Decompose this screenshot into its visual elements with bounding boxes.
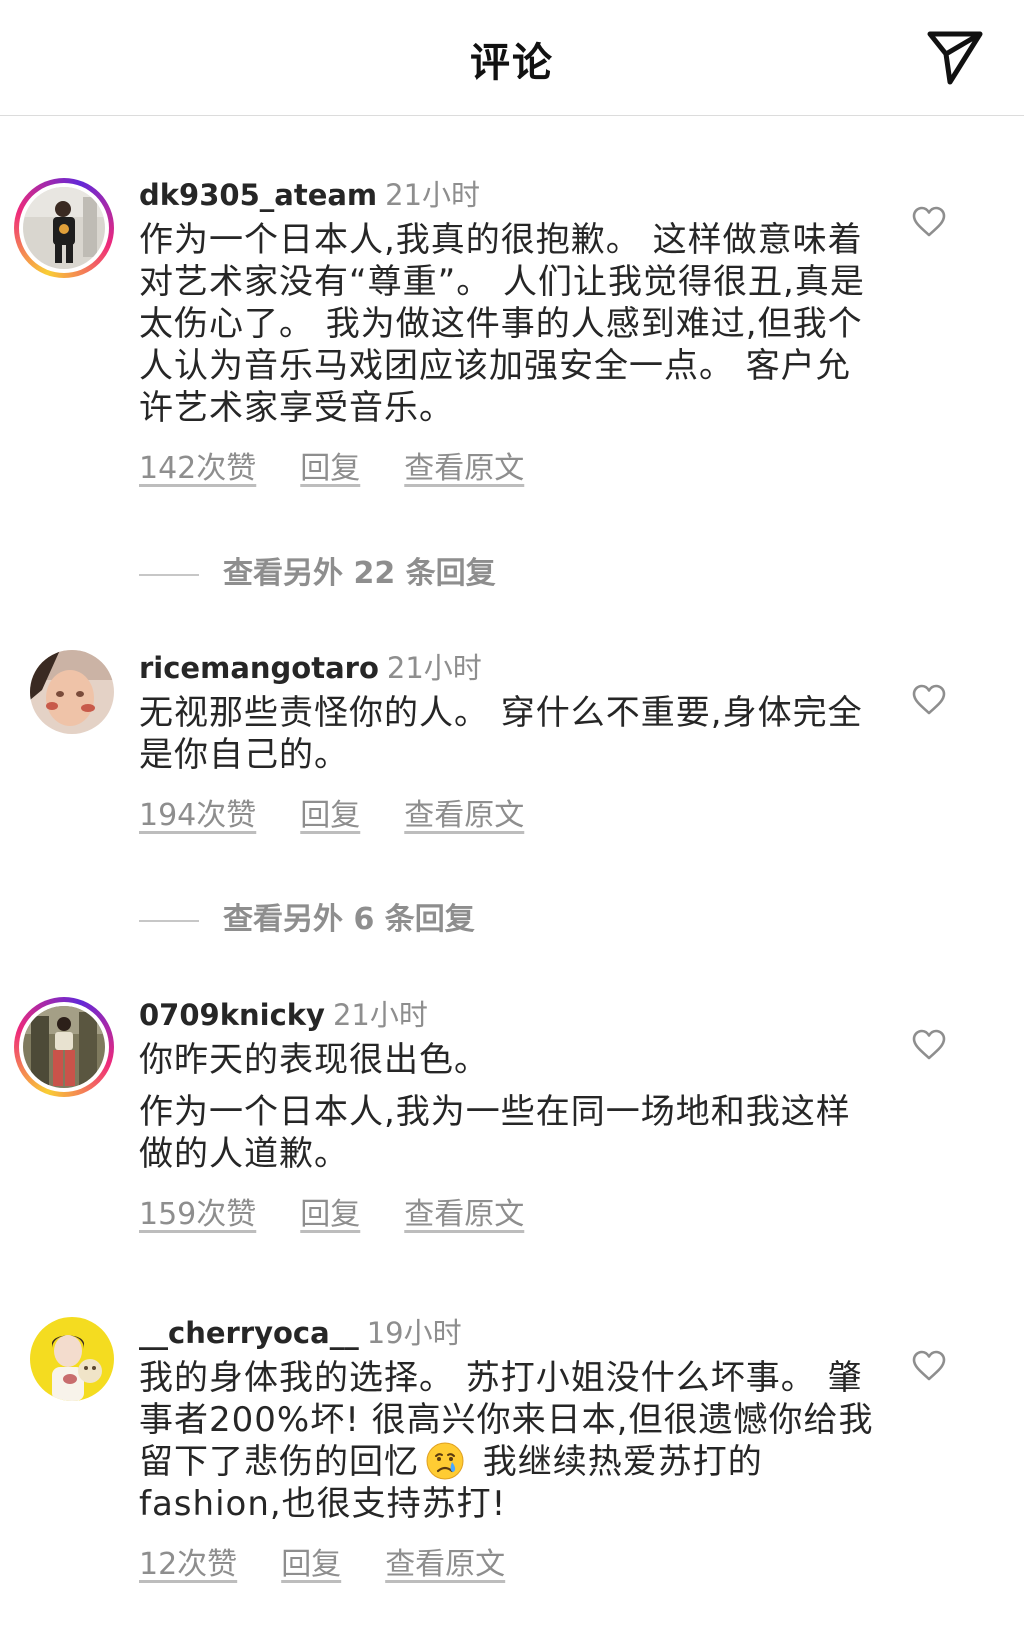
comment-paragraph: 作为一个日本人,我真的很抱歉。 这样做意味着对艺术家没有“尊重”。 人们让我觉得… — [139, 220, 865, 428]
heart-icon[interactable] — [912, 1350, 946, 1382]
see-original-button[interactable]: 查看原文 — [385, 1547, 505, 1582]
story-ring — [14, 997, 114, 1097]
heart-icon[interactable] — [912, 684, 946, 716]
story-ring — [14, 178, 114, 278]
comment-actions: 194次赞 回复 查看原文 — [139, 796, 879, 836]
likes-count[interactable]: 194次赞 — [139, 798, 256, 833]
comment-paragraph: 我的身体我的选择。 苏打小姐没什么坏事。 肇事者200%坏! 很高兴你来日本,但… — [139, 1357, 879, 1525]
comment-text: 我的身体我的选择。 苏打小姐没什么坏事。 肇事者200%坏! 很高兴你来日本,但… — [139, 1357, 879, 1525]
avatar-border — [19, 1002, 109, 1092]
avatar[interactable] — [14, 997, 114, 1097]
comment-meta: __cherryoca__ 19小时 — [139, 1313, 879, 1353]
username[interactable]: ricemangotaro — [139, 651, 379, 685]
see-original-button[interactable]: 查看原文 — [404, 798, 524, 833]
reply-button[interactable]: 回复 — [300, 798, 360, 833]
timestamp: 21小时 — [332, 998, 428, 1032]
comment-paragraph: 作为一个日本人,我为一些在同一场地和我这样做的人道歉。 — [139, 1092, 851, 1174]
avatar[interactable] — [30, 650, 114, 734]
comment-text: 作为一个日本人,我真的很抱歉。 这样做意味着对艺术家没有“尊重”。 人们让我觉得… — [139, 219, 879, 429]
see-original-button[interactable]: 查看原文 — [404, 451, 524, 486]
comment-paragraph: 无视那些责怪你的人。 穿什么不重要,身体完全是你自己的。 — [139, 693, 863, 775]
comments-header: 评论 — [0, 0, 1024, 116]
view-more-replies-label: 查看另外 6 条回复 — [223, 902, 475, 937]
comment-meta: 0709knicky 21小时 — [139, 995, 879, 1035]
divider — [139, 574, 199, 576]
avatar-photo — [23, 187, 105, 269]
comment-actions: 12次赞 回复 查看原文 — [139, 1545, 879, 1585]
comment-meta: ricemangotaro 21小时 — [139, 648, 879, 688]
avatar-photo — [23, 1006, 105, 1088]
view-more-replies[interactable]: 查看另外 22 条回复 — [139, 554, 739, 594]
comment-actions: 159次赞 回复 查看原文 — [139, 1195, 879, 1235]
view-more-replies[interactable]: 查看另外 6 条回复 — [139, 900, 739, 940]
username[interactable]: dk9305_ateam — [139, 178, 377, 212]
avatar-border — [19, 183, 109, 273]
comment-meta: dk9305_ateam 21小时 — [139, 175, 879, 215]
timestamp: 19小时 — [366, 1316, 462, 1350]
page-title: 评论 — [470, 40, 554, 86]
comment-actions: 142次赞 回复 查看原文 — [139, 449, 879, 489]
reply-button[interactable]: 回复 — [281, 1547, 341, 1582]
view-more-replies-label: 查看另外 22 条回复 — [223, 556, 496, 591]
username[interactable]: 0709knicky — [139, 998, 325, 1032]
likes-count[interactable]: 142次赞 — [139, 451, 256, 486]
comment-text: 无视那些责怪你的人。 穿什么不重要,身体完全是你自己的。 — [139, 692, 879, 776]
comment-text: 你昨天的表现很出色。 作为一个日本人,我为一些在同一场地和我这样做的人道歉。 — [139, 1039, 879, 1175]
avatar[interactable] — [30, 1317, 114, 1401]
heart-icon[interactable] — [912, 1029, 946, 1061]
send-icon[interactable] — [924, 26, 986, 88]
likes-count[interactable]: 159次赞 — [139, 1197, 256, 1232]
reply-button[interactable]: 回复 — [300, 451, 360, 486]
username[interactable]: __cherryoca__ — [139, 1316, 359, 1350]
see-original-button[interactable]: 查看原文 — [404, 1197, 524, 1232]
divider — [139, 920, 199, 922]
reply-button[interactable]: 回复 — [300, 1197, 360, 1232]
comment-paragraph: 你昨天的表现很出色。 — [139, 1040, 489, 1080]
timestamp: 21小时 — [386, 651, 482, 685]
timestamp: 21小时 — [385, 178, 481, 212]
avatar[interactable] — [14, 178, 114, 278]
likes-count[interactable]: 12次赞 — [139, 1547, 237, 1582]
heart-icon[interactable] — [912, 206, 946, 238]
crying-face-emoji — [426, 1442, 464, 1480]
